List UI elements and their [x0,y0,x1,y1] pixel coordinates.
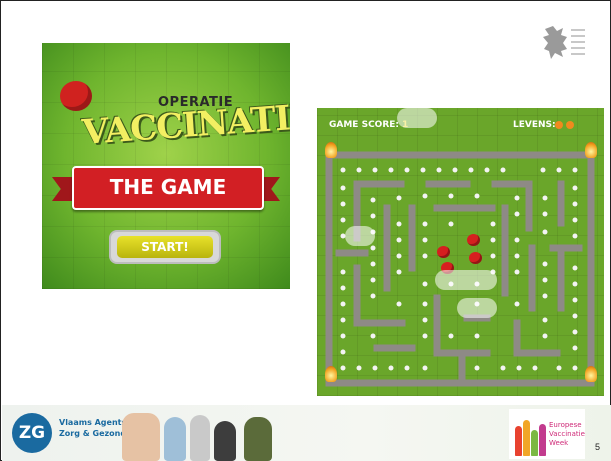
life-icon [555,121,563,129]
evw-line-1: Europese [549,421,582,429]
title-banner-text: THE GAME [109,175,227,199]
figure-icon [531,430,538,456]
start-button[interactable]: START! [109,230,221,264]
person-figure [164,417,186,461]
lives-indicator [555,121,574,129]
evw-line-3: Week [549,439,569,447]
person-figure [190,415,210,461]
banner-ribbon-left [52,177,74,201]
virus-enemy [469,252,482,264]
evw-text: Europese Vaccinatie Week [549,421,585,448]
virus-icon [60,81,92,111]
smoke-cloud [345,226,375,246]
figure-icon [523,420,530,456]
game-score: GAME SCORE:1 [329,120,408,130]
zg-logo: ZG [12,413,52,453]
game-title: VACCINATIE [80,96,290,153]
flemish-lion-logo-icon [543,26,585,59]
figure-icon [539,424,546,456]
person-figure [122,413,160,461]
torch-icon [325,142,337,158]
page-number: 5 [595,442,601,452]
maze [325,151,595,387]
title-banner: THE GAME [72,166,264,210]
smoke-cloud [457,298,497,318]
figure-icon [515,426,522,456]
gameplay-screenshot: GAME SCORE:1 LEVENS: [317,108,604,396]
smoke-cloud [397,108,437,128]
life-icon [566,121,574,129]
lives-label: LEVENS: [513,120,556,130]
start-button-label: START! [117,236,213,258]
person-figure [214,421,236,461]
slide: OPERATIE VACCINATIE THE GAME START! GAME… [0,0,611,461]
footer: ZG Vlaams Agentschap Zorg & Gezondheid E… [2,405,611,461]
evw-line-2: Vaccinatie [549,430,585,438]
game-score-label: GAME SCORE: [329,120,400,130]
torch-icon [585,366,597,382]
torch-icon [585,142,597,158]
virus-enemy [437,246,450,258]
torch-icon [325,366,337,382]
european-vaccination-week-logo: Europese Vaccinatie Week [509,409,585,459]
person-figure [244,417,272,461]
people-photo [112,407,292,461]
game-title-screen-image: OPERATIE VACCINATIE THE GAME START! [42,43,290,289]
virus-enemy [467,234,480,246]
smoke-cloud [435,270,497,290]
